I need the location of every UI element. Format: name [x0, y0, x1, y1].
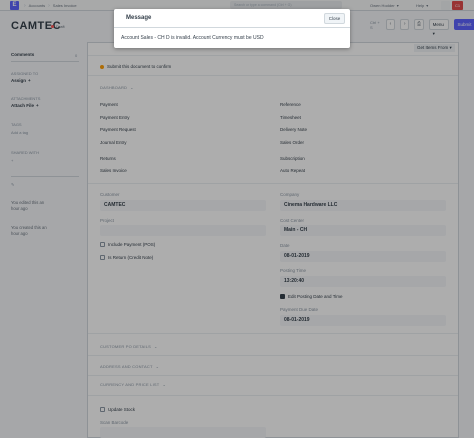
message-dialog: Message Close Account Sales - CH D is in…	[114, 9, 350, 48]
dialog-message: Account Sales - CH D is invalid. Account…	[121, 35, 264, 41]
close-button[interactable]: Close	[324, 13, 345, 24]
dialog-title: Message	[126, 15, 152, 21]
modal-backdrop[interactable]	[0, 0, 474, 438]
dialog-header: Message Close	[114, 9, 350, 28]
